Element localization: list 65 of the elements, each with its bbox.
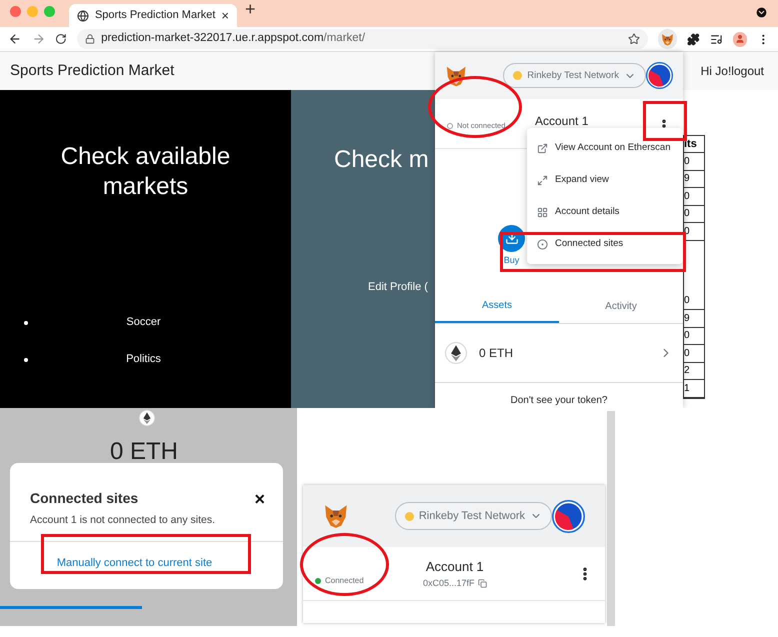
ether-icon: [139, 410, 155, 426]
table-cell: 0: [684, 328, 704, 345]
account-address: 0xC05...17fF: [423, 576, 475, 590]
manual-connect-link[interactable]: Manually connect to current site: [56, 554, 212, 572]
back-icon[interactable]: [8, 32, 22, 46]
wallet-tab[interactable]: Assets: [435, 290, 559, 323]
annotation-frame: [643, 101, 687, 141]
browser-tab[interactable]: Sports Prediction Market ×: [69, 4, 237, 27]
bullet-icon: [24, 358, 28, 362]
menu-item[interactable]: Expand view: [527, 164, 683, 196]
edit-profile-link[interactable]: Edit Profile (: [368, 279, 428, 296]
account-name: Account 1: [535, 112, 588, 130]
network-selector[interactable]: Rinkeby Test Network: [503, 63, 646, 88]
new-tab-button[interactable]: +: [245, 0, 256, 23]
balance-amount: 0 ETH: [110, 437, 178, 467]
menu-item-icon: [537, 142, 548, 154]
fox-icon: [661, 32, 674, 46]
market-link[interactable]: Politics: [28, 351, 267, 368]
greeting-logout-link[interactable]: Hi Jo!logout: [700, 62, 764, 80]
menu-item-icon: [537, 174, 548, 186]
network-selector[interactable]: Rinkeby Test Network: [394, 502, 552, 530]
globe-icon: [77, 10, 89, 22]
account-avatar[interactable]: [646, 62, 673, 90]
account-avatar[interactable]: [552, 500, 585, 532]
card-heading: Check available markets: [60, 142, 232, 202]
extension-button[interactable]: [658, 29, 678, 49]
bullet-icon: [24, 320, 28, 324]
ether-icon: [445, 342, 467, 364]
table-header: its: [684, 136, 704, 153]
market-link[interactable]: Soccer: [28, 314, 267, 331]
table-cell: 9: [684, 310, 704, 328]
puzzle-icon[interactable]: [687, 32, 700, 46]
table-cell: 0: [684, 188, 704, 206]
reload-icon[interactable]: [55, 33, 68, 45]
table-cell: 1: [684, 380, 704, 398]
close-tab-button[interactable]: ×: [221, 6, 229, 26]
menu-item[interactable]: View Account on Etherscan: [527, 132, 683, 164]
site-title: Sports Prediction Market: [10, 60, 174, 81]
profile-icon[interactable]: [732, 32, 748, 46]
menu-item[interactable]: Account details: [527, 196, 683, 228]
wallet-tab[interactable]: Activity: [559, 290, 683, 323]
media-icon[interactable]: [710, 32, 723, 46]
menu-item-icon: [537, 206, 548, 218]
dialog-title: Connected sites: [30, 489, 138, 508]
table-cell: 0: [684, 153, 704, 170]
menu-item-icon: [537, 238, 548, 250]
card-heading: Check m: [334, 145, 429, 175]
table-cell: 0: [684, 206, 704, 223]
token-hint: Don't see your token?: [510, 394, 608, 408]
connection-status: Connected: [325, 574, 364, 586]
lock-icon: [85, 34, 96, 44]
table-cell: 2: [684, 362, 704, 380]
menu-item[interactable]: Connected sites: [527, 228, 683, 260]
dialog-message: Account 1 is not connected to any sites.: [29, 513, 216, 528]
table-cell: 0: [684, 345, 704, 362]
table-cell: 9: [684, 170, 704, 188]
tab-search-icon[interactable]: [755, 6, 768, 19]
bookmark-star-icon[interactable]: [628, 33, 640, 45]
account-name: Account 1: [426, 558, 484, 576]
asset-row[interactable]: 0 ETH: [435, 324, 683, 383]
table-cell: 0: [684, 292, 704, 310]
close-button[interactable]: ×: [254, 490, 265, 508]
address-bar[interactable]: prediction-market-322017.ue.r.appspot.com/market/: [77, 29, 648, 49]
forward-icon[interactable]: [32, 32, 46, 46]
copy-icon[interactable]: [478, 578, 487, 588]
